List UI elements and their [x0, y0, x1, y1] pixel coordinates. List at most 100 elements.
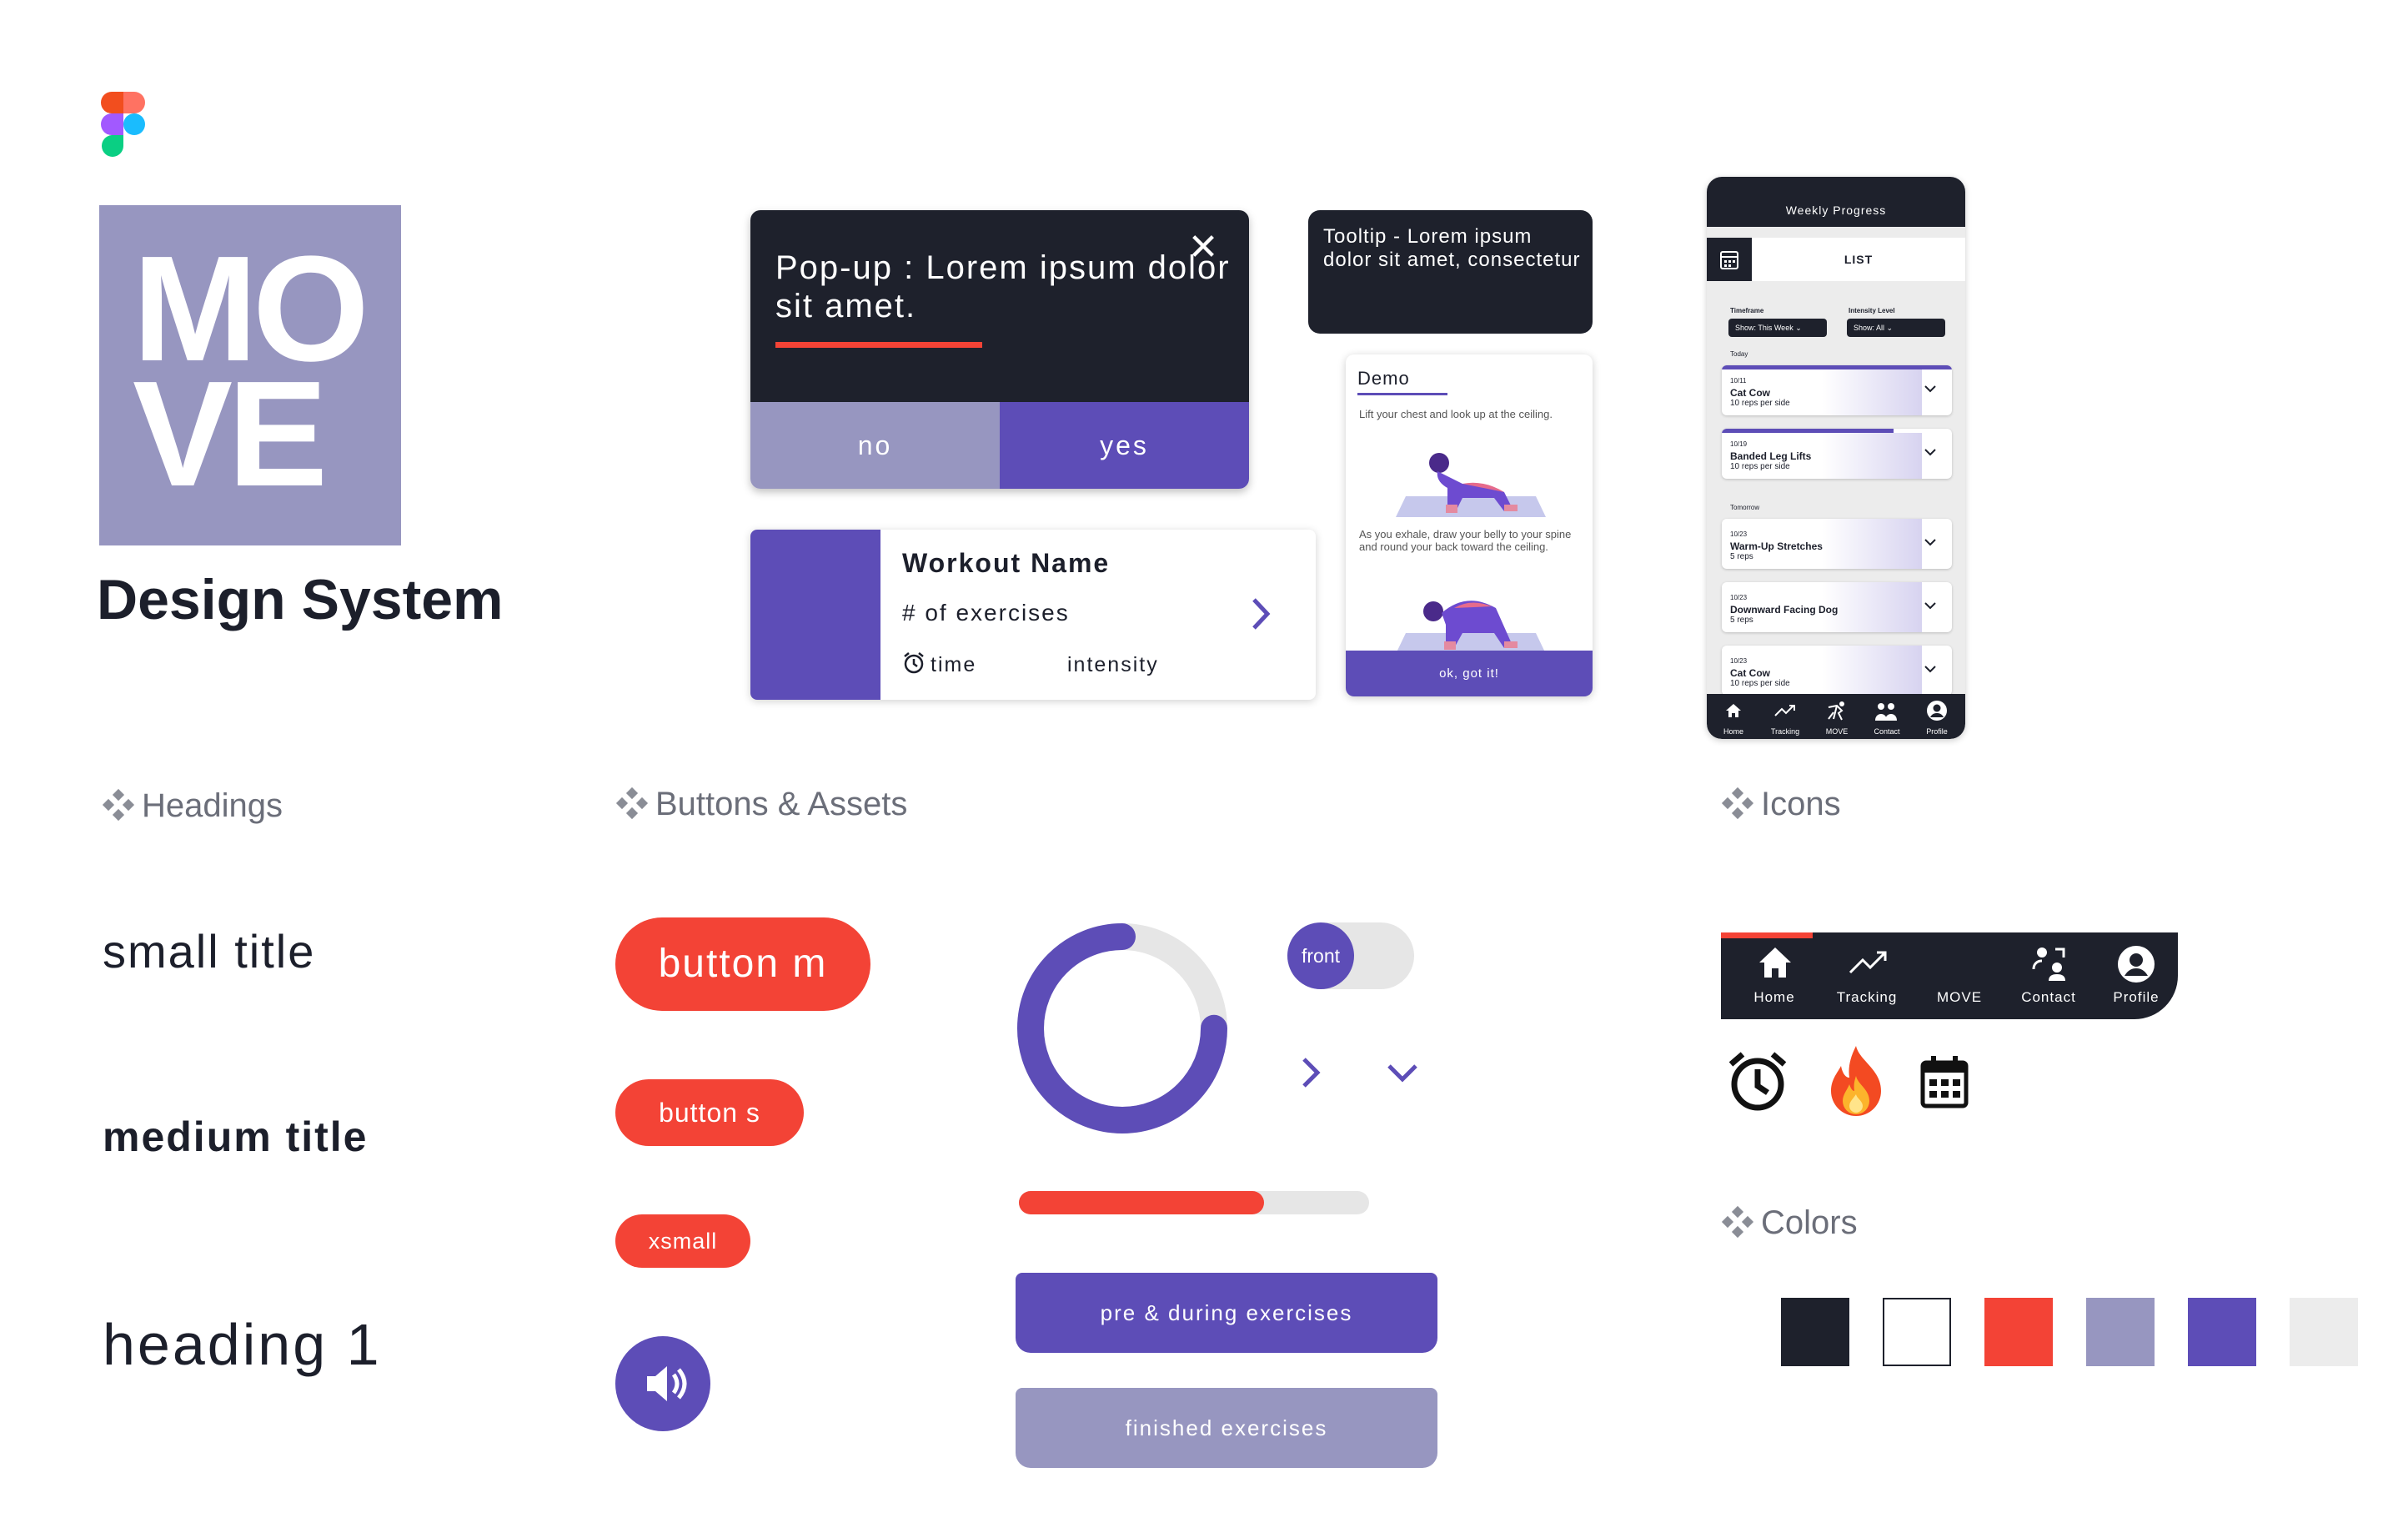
tooltip: Tooltip - Lorem ipsum dolor sit amet, co… — [1308, 210, 1593, 334]
nav-contact[interactable]: Contact — [2003, 932, 2094, 1019]
phone-list-item[interactable]: 10/19 Banded Leg Lifts 10 reps per side — [1722, 429, 1952, 479]
fire-icon — [1831, 1046, 1881, 1116]
phone-list-item[interactable]: 10/11 Cat Cow 10 reps per side — [1722, 365, 1952, 415]
calendar-icon — [1920, 1056, 1969, 1108]
chevron-right-icon[interactable] — [1296, 1053, 1326, 1093]
component-diamond-icon — [615, 787, 649, 820]
item-image — [1822, 646, 1922, 696]
item-date: 10/23 — [1730, 530, 1748, 538]
phone-today-label: Today — [1730, 350, 1748, 358]
item-title: Warm-Up Stretches — [1730, 540, 1823, 552]
finished-exercises-button[interactable]: finished exercises — [1016, 1388, 1437, 1468]
phone-list-item[interactable]: 10/23 Cat Cow 10 reps per side — [1722, 646, 1952, 696]
item-image — [1822, 369, 1922, 415]
workout-intensity: intensity — [1067, 653, 1159, 676]
phone-filter-1-label: Timeframe — [1730, 307, 1764, 314]
item-title: Cat Cow — [1730, 667, 1770, 679]
chevron-down-icon[interactable] — [1382, 1058, 1422, 1088]
item-title: Banded Leg Lifts — [1730, 450, 1812, 462]
chevron-down-icon[interactable] — [1922, 597, 1939, 614]
nav-move-label: MOVE — [1936, 989, 1983, 1005]
item-sub: 10 reps per side — [1730, 679, 1790, 688]
toggle-knob-label: front — [1287, 922, 1354, 989]
pre-during-exercises-button[interactable]: pre & during exercises — [1016, 1273, 1437, 1353]
demo-illustration-2 — [1387, 575, 1554, 658]
tracking-icon[interactable] — [1773, 701, 1797, 721]
section-headings: Headings — [102, 787, 283, 825]
nav-move[interactable]: MOVE — [1918, 932, 2001, 1019]
front-toggle[interactable]: front — [1287, 922, 1414, 989]
demo-title: Demo — [1357, 368, 1410, 389]
demo-illustration-1 — [1387, 438, 1554, 521]
phone-list-item[interactable]: 10/23 Downward Facing Dog 5 reps — [1722, 582, 1952, 632]
home-icon[interactable] — [1723, 701, 1743, 721]
popup-yes-button[interactable]: yes — [1000, 402, 1249, 489]
phone-filter-2-value: Show: All — [1854, 324, 1885, 332]
workout-name: Workout Name — [902, 548, 1111, 578]
phone-filter-1-select[interactable]: Show: This Week ⌄ — [1728, 319, 1827, 337]
close-icon[interactable]: ✕ — [1184, 229, 1222, 267]
demo-ok-button[interactable]: ok, got it! — [1346, 651, 1593, 696]
contact-icon[interactable] — [1874, 701, 1899, 722]
color-swatch — [2188, 1298, 2256, 1366]
chevron-down-icon[interactable] — [1922, 661, 1939, 677]
component-diamond-icon — [1721, 787, 1754, 820]
section-buttons-label: Buttons & Assets — [655, 786, 908, 822]
chevron-down-icon[interactable] — [1922, 444, 1939, 460]
section-icons: Icons — [1721, 786, 1841, 823]
chevron-down-icon[interactable] — [1922, 380, 1939, 397]
tracking-icon — [1849, 951, 1887, 974]
demo-title-underline — [1357, 393, 1447, 395]
alarm-clock-icon — [1728, 1052, 1787, 1111]
demo-step-2: As you exhale, draw your belly to your s… — [1359, 528, 1572, 553]
component-diamond-icon — [1721, 1205, 1754, 1239]
nav-tracking[interactable]: Tracking — [1821, 932, 1913, 1019]
button-xsmall[interactable]: xsmall — [615, 1214, 750, 1268]
item-date: 10/23 — [1730, 657, 1748, 665]
button-s[interactable]: button s — [615, 1079, 804, 1146]
nav-profile[interactable]: Profile — [2096, 932, 2176, 1019]
popup-no-button[interactable]: no — [750, 402, 1000, 489]
item-title: Downward Facing Dog — [1730, 604, 1839, 616]
nav-contact-label: Contact — [2021, 989, 2076, 1005]
workout-card[interactable]: Workout Name # of exercises time intensi… — [750, 530, 1316, 700]
sound-button[interactable] — [615, 1336, 710, 1431]
move-logo: MO VE — [99, 205, 401, 545]
section-buttons: Buttons & Assets — [615, 786, 907, 823]
move-icon[interactable] — [1825, 701, 1849, 722]
chevron-down-icon[interactable] — [1922, 534, 1939, 550]
nav-tracking-label: Tracking — [1836, 989, 1898, 1005]
color-swatch — [2086, 1298, 2155, 1366]
medium-title-sample: medium title — [103, 1113, 369, 1160]
nav-profile-label: Profile — [2113, 989, 2160, 1005]
profile-icon[interactable] — [1925, 699, 1949, 722]
tooltip-text: Tooltip - Lorem ipsum dolor sit amet, co… — [1323, 225, 1581, 271]
design-system-title: Design System — [97, 568, 504, 631]
demo-card: Demo Lift your chest and look up at the … — [1346, 354, 1593, 696]
popup-accent-line — [775, 342, 982, 348]
calendar-icon[interactable] — [1707, 238, 1752, 281]
progress-bar-fill — [1019, 1191, 1264, 1214]
progress-bar — [1019, 1191, 1369, 1214]
workout-card-image — [750, 530, 880, 700]
phone-bottom-nav: Home Tracking MOVE Contact Profile — [1707, 694, 1965, 739]
nav-home[interactable]: Home — [1733, 932, 1816, 1019]
item-image — [1822, 519, 1922, 569]
profile-icon — [2118, 946, 2155, 983]
phone-filter-1-value: Show: This Week — [1735, 324, 1793, 332]
contact-icon — [2032, 947, 2065, 981]
color-swatch — [1883, 1298, 1951, 1366]
component-diamond-icon — [102, 788, 135, 822]
phone-mockup: Weekly Progress LIST Timeframe Show: Thi… — [1707, 177, 1965, 739]
popup-body: Pop-up : Lorem ipsum dolor sit amet. ✕ — [750, 210, 1249, 402]
phone-nav-profile: Profile — [1926, 727, 1948, 736]
phone-nav-move: MOVE — [1825, 727, 1849, 736]
color-swatch — [1781, 1298, 1849, 1366]
phone-nav-home: Home — [1723, 727, 1743, 736]
phone-filter-2-select[interactable]: Show: All ⌄ — [1847, 319, 1945, 337]
button-m[interactable]: button m — [615, 917, 870, 1011]
section-headings-label: Headings — [142, 787, 283, 824]
workout-time: time — [931, 653, 977, 676]
phone-list-item[interactable]: 10/23 Warm-Up Stretches 5 reps — [1722, 519, 1952, 569]
chevron-right-icon[interactable] — [1244, 593, 1277, 635]
